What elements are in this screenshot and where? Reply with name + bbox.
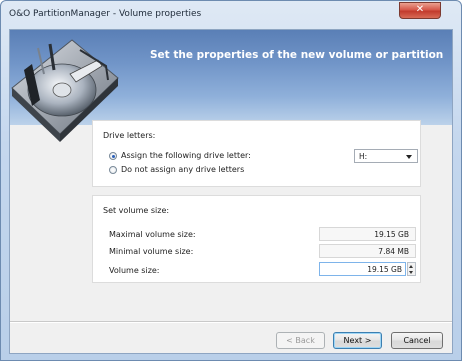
header-title: Set the properties of the new volume or … xyxy=(150,49,444,61)
assign-letter-label[interactable]: Assign the following drive letter: xyxy=(121,151,251,160)
drive-letter-select[interactable]: H: xyxy=(354,149,418,163)
volume-size-group: Set volume size: Maximal volume size: 19… xyxy=(92,195,421,283)
dialog-window: O&O PartitionManager - Volume properties… xyxy=(0,0,462,361)
volume-size-label: Volume size: xyxy=(109,266,160,275)
no-letter-radio[interactable] xyxy=(109,166,117,174)
title-bar[interactable]: O&O PartitionManager - Volume properties… xyxy=(1,1,461,28)
min-size-label: Minimal volume size: xyxy=(109,247,194,256)
chevron-down-icon xyxy=(406,155,412,159)
volume-size-value: 19.15 GB xyxy=(367,265,402,274)
min-size-field: 7.84 MB xyxy=(319,244,416,258)
assign-letter-radio[interactable] xyxy=(109,152,117,160)
back-button[interactable]: < Back xyxy=(276,332,325,349)
volume-size-spinner[interactable] xyxy=(407,262,416,276)
max-size-field: 19.15 GB xyxy=(319,227,416,241)
footer-separator xyxy=(10,321,452,323)
close-button[interactable]: ✕ xyxy=(399,2,441,19)
spinner-down-icon[interactable] xyxy=(409,271,413,274)
window-title: O&O PartitionManager - Volume properties xyxy=(9,9,202,19)
max-size-value: 19.15 GB xyxy=(374,230,409,239)
cancel-button[interactable]: Cancel xyxy=(391,332,443,349)
no-letter-label[interactable]: Do not assign any drive letters xyxy=(121,165,244,174)
drive-letters-heading: Drive letters: xyxy=(103,131,156,140)
dialog-client-area: Set the properties of the new volume or … xyxy=(9,29,453,354)
volume-size-input[interactable]: 19.15 GB xyxy=(319,262,406,276)
max-size-label: Maximal volume size: xyxy=(109,230,196,239)
spinner-up-icon[interactable] xyxy=(409,265,413,268)
volume-size-heading: Set volume size: xyxy=(103,206,170,215)
min-size-value: 7.84 MB xyxy=(378,247,409,256)
drive-letters-group: Drive letters: Assign the following driv… xyxy=(92,120,421,187)
next-button[interactable]: Next > xyxy=(333,332,382,349)
drive-letter-value: H: xyxy=(359,152,368,161)
close-icon: ✕ xyxy=(415,4,425,15)
